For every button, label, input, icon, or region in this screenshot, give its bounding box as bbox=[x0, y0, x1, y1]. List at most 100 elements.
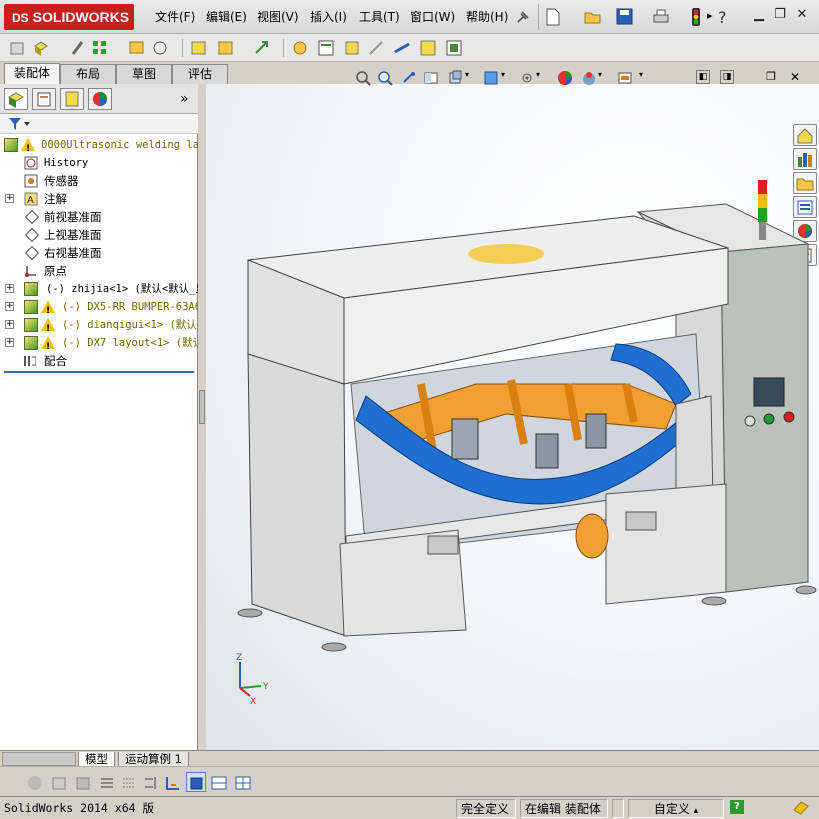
zoom-to-area-icon[interactable] bbox=[377, 70, 393, 86]
split-horizontal-icon[interactable] bbox=[208, 772, 228, 792]
grid-lines-icon[interactable] bbox=[118, 772, 138, 792]
rollback-bar[interactable] bbox=[4, 371, 194, 373]
exploded-view-icon[interactable] bbox=[342, 38, 362, 58]
expand-toggle[interactable]: + bbox=[5, 302, 14, 311]
tree-item-origin[interactable]: 原点 bbox=[0, 262, 198, 280]
new-document-icon[interactable] bbox=[545, 8, 561, 26]
expand-toggle[interactable]: + bbox=[5, 194, 14, 203]
update-speedpak-icon[interactable] bbox=[418, 38, 438, 58]
menu-insert[interactable]: 插入(I) bbox=[307, 8, 350, 26]
scene-dropdown[interactable]: ▾ bbox=[598, 70, 602, 79]
mate-icon[interactable] bbox=[68, 38, 88, 58]
equation-icon[interactable] bbox=[140, 772, 160, 792]
apply-scene-icon[interactable] bbox=[581, 70, 597, 86]
tree-item-component-dx7-layout[interactable]: + (-) DX7 layout<1> (默认< bbox=[0, 334, 198, 352]
menu-window[interactable]: 窗口(W) bbox=[407, 8, 458, 26]
display-style-icon[interactable] bbox=[483, 70, 499, 86]
rebuild-traffic-light-icon[interactable] bbox=[690, 7, 702, 27]
previous-view-icon[interactable] bbox=[401, 70, 417, 86]
open-folder-icon[interactable] bbox=[584, 8, 602, 26]
zoom-to-fit-icon[interactable] bbox=[355, 70, 371, 86]
tree-item-mates[interactable]: 配合 bbox=[0, 352, 198, 370]
insert-component-icon[interactable] bbox=[8, 38, 28, 58]
tree-item-right-plane[interactable]: 右视基准面 bbox=[0, 244, 198, 262]
cube-icon[interactable] bbox=[72, 772, 92, 792]
more-tabs-chevron[interactable]: » bbox=[180, 91, 189, 107]
box-icon[interactable] bbox=[48, 772, 68, 792]
tile-right-button[interactable]: ◨ bbox=[720, 70, 734, 84]
take-snapshot-icon[interactable] bbox=[444, 38, 464, 58]
close-button[interactable]: ✕ bbox=[793, 6, 811, 24]
tree-item-annotations[interactable]: + A 注解 bbox=[0, 190, 198, 208]
3d-view-icon[interactable] bbox=[186, 772, 206, 792]
doc-close-button[interactable]: ✕ bbox=[788, 70, 802, 84]
tab-layout[interactable]: 布局 bbox=[60, 64, 116, 84]
shaded-icon[interactable] bbox=[24, 772, 44, 792]
tab-motion-study[interactable]: 运动算例 1 bbox=[118, 752, 189, 767]
tree-item-component-bumper[interactable]: + (-) DX5-RR BUMPER-63A62 bbox=[0, 298, 198, 316]
minimize-button[interactable]: ▁ bbox=[750, 6, 768, 24]
model-viewport[interactable]: Z Y X bbox=[206, 84, 819, 750]
expand-toggle[interactable]: + bbox=[5, 284, 14, 293]
menu-view[interactable]: 视图(V) bbox=[254, 8, 302, 26]
pin-icon[interactable] bbox=[515, 9, 531, 25]
bill-of-materials-icon[interactable] bbox=[316, 38, 336, 58]
filter-icon[interactable] bbox=[8, 117, 30, 131]
graphics-area[interactable]: Z Y X bbox=[206, 84, 819, 750]
new-part-icon[interactable] bbox=[32, 38, 52, 58]
tree-item-component-dianqigui[interactable]: + (-) dianqigui<1> (默认< bbox=[0, 316, 198, 334]
view-settings-icon[interactable] bbox=[617, 70, 633, 86]
reference-geometry-icon[interactable] bbox=[252, 38, 272, 58]
tab-evaluate[interactable]: 评估 bbox=[172, 64, 228, 84]
move-component-icon[interactable] bbox=[150, 38, 170, 58]
view-orientation-icon[interactable] bbox=[447, 70, 463, 86]
linear-pattern-icon[interactable] bbox=[90, 38, 110, 58]
options-chevron[interactable]: ▸ bbox=[707, 9, 713, 22]
tab-assembly[interactable]: 装配体 bbox=[4, 63, 60, 84]
show-hidden-components-icon[interactable] bbox=[189, 38, 209, 58]
tree-item-front-plane[interactable]: 前视基准面 bbox=[0, 208, 198, 226]
instant3d-icon[interactable] bbox=[392, 38, 412, 58]
tab-model[interactable]: 模型 bbox=[78, 752, 115, 767]
explode-line-sketch-icon[interactable] bbox=[366, 38, 386, 58]
solidworks-logo[interactable]: DS SOLIDWORKS bbox=[4, 4, 134, 30]
units-selector[interactable]: 自定义 ▴ bbox=[628, 799, 724, 818]
help-icon[interactable]: ? bbox=[717, 8, 731, 26]
menu-tools[interactable]: 工具(T) bbox=[356, 8, 403, 26]
quick-tips-help-button[interactable]: ? bbox=[730, 800, 744, 814]
property-manager-tab[interactable] bbox=[32, 88, 56, 110]
restore-button[interactable]: ❐ bbox=[771, 6, 789, 24]
configuration-manager-tab[interactable] bbox=[60, 88, 84, 110]
menu-help[interactable]: 帮助(H) bbox=[463, 8, 511, 26]
tree-item-top-plane[interactable]: 上视基准面 bbox=[0, 226, 198, 244]
featuremanager-tree-tab[interactable] bbox=[4, 88, 28, 110]
save-icon[interactable] bbox=[616, 8, 634, 26]
section-view-icon[interactable] bbox=[423, 70, 439, 86]
menu-edit[interactable]: 编辑(E) bbox=[203, 8, 250, 26]
assembly-features-icon[interactable] bbox=[216, 38, 236, 58]
display-manager-tab[interactable] bbox=[88, 88, 112, 110]
tree-root-assembly[interactable]: 0000Ultrasonic welding lay bbox=[0, 136, 198, 154]
splitter-grip-handle[interactable] bbox=[199, 390, 205, 424]
rebuild-notification-icon[interactable] bbox=[792, 800, 810, 816]
display-style-dropdown[interactable]: ▾ bbox=[501, 70, 505, 79]
new-motion-study-icon[interactable] bbox=[290, 38, 310, 58]
tab-sketch[interactable]: 草图 bbox=[116, 64, 172, 84]
doc-restore-button[interactable]: ❐ bbox=[764, 70, 778, 84]
menu-file[interactable]: 文件(F) bbox=[152, 8, 198, 26]
machine-model[interactable] bbox=[237, 180, 817, 652]
print-icon[interactable] bbox=[652, 8, 670, 26]
hide-show-dropdown[interactable]: ▾ bbox=[536, 70, 540, 79]
lines-icon[interactable] bbox=[96, 772, 116, 792]
axes-icon[interactable] bbox=[162, 772, 182, 792]
tile-left-button[interactable]: ◧ bbox=[696, 70, 710, 84]
view-orientation-dropdown[interactable]: ▾ bbox=[465, 70, 469, 79]
tree-item-history[interactable]: History bbox=[0, 154, 198, 172]
expand-toggle[interactable]: + bbox=[5, 338, 14, 347]
tab-scroll-arrows[interactable] bbox=[2, 752, 76, 766]
split-four-icon[interactable] bbox=[232, 772, 252, 792]
tree-item-sensors[interactable]: 传感器 bbox=[0, 172, 198, 190]
tree-item-component-zhijia[interactable]: + (-) zhijia<1> (默认<默认_显 bbox=[0, 280, 198, 298]
edit-appearance-icon[interactable] bbox=[557, 70, 573, 86]
expand-toggle[interactable]: + bbox=[5, 320, 14, 329]
